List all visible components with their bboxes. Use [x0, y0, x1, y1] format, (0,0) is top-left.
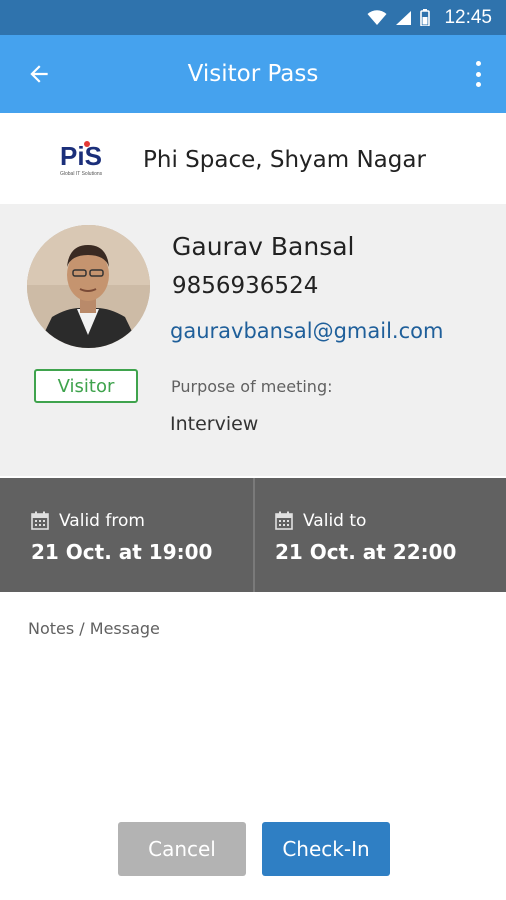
check-in-button[interactable]: Check-In	[262, 822, 390, 876]
page-title: Visitor Pass	[187, 61, 319, 87]
visitor-phone[interactable]: 9856936524	[172, 273, 318, 299]
organization-name: Phi Space, Shyam Nagar	[143, 147, 426, 173]
validity-panel: Valid from 21 Oct. at 19:00 Valid to 21 …	[0, 478, 506, 592]
status-bar: 12:45	[0, 0, 506, 35]
logo-text: PiS	[60, 141, 102, 171]
purpose-label: Purpose of meeting:	[171, 377, 333, 396]
visitor-card: Visitor Gaurav Bansal 9856936524 gauravb…	[0, 204, 506, 476]
signal-icon	[395, 10, 412, 26]
calendar-icon	[275, 511, 293, 534]
wifi-icon	[367, 9, 387, 26]
valid-from-value: 21 Oct. at 19:00	[31, 540, 213, 564]
valid-from: Valid from 21 Oct. at 19:00	[0, 478, 253, 592]
avatar	[27, 225, 150, 348]
valid-to-value: 21 Oct. at 22:00	[275, 540, 457, 564]
visitor-badge: Visitor	[34, 369, 138, 403]
valid-to: Valid to 21 Oct. at 22:00	[253, 478, 506, 592]
status-time: 12:45	[444, 6, 492, 28]
valid-to-label: Valid to	[303, 511, 367, 531]
notes-label: Notes / Message	[28, 619, 160, 638]
more-vert-icon[interactable]	[466, 57, 490, 91]
organization-header: PiS Global IT Solutions Phi Space, Shyam…	[0, 113, 506, 204]
visitor-email[interactable]: gauravbansal@gmail.com	[170, 319, 443, 343]
valid-from-label: Valid from	[59, 511, 145, 531]
organization-logo: PiS Global IT Solutions	[60, 141, 122, 185]
visitor-name: Gaurav Bansal	[172, 232, 355, 261]
cancel-button[interactable]: Cancel	[118, 822, 246, 876]
battery-icon	[420, 9, 431, 26]
purpose-value: Interview	[170, 413, 259, 435]
app-bar: Visitor Pass	[0, 35, 506, 113]
logo-tagline: Global IT Solutions	[60, 171, 103, 177]
calendar-icon	[31, 511, 49, 534]
